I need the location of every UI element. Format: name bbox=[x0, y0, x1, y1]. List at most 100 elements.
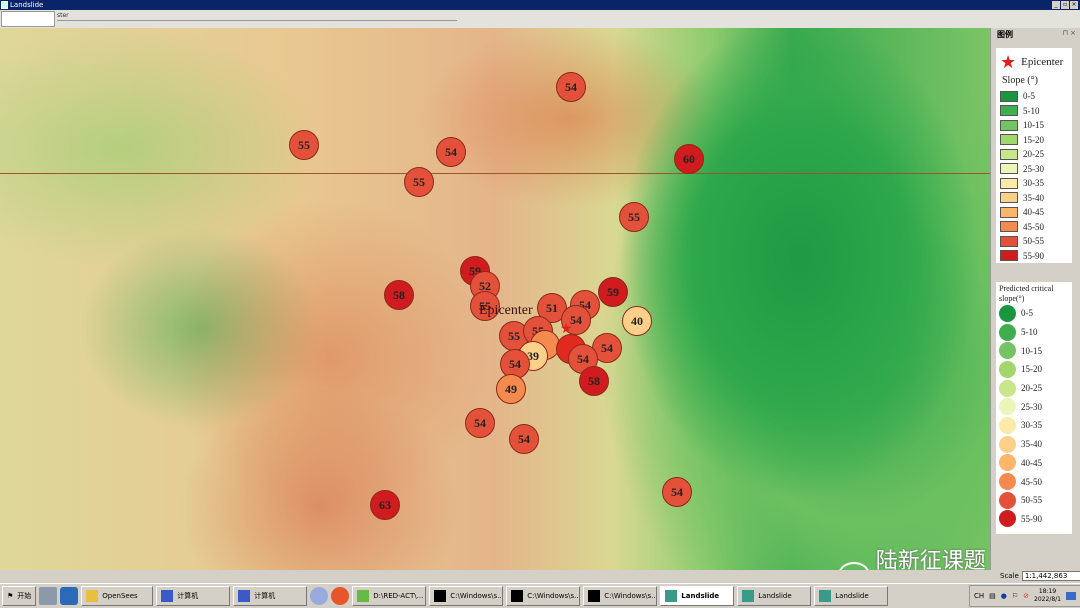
landslide-site-marker[interactable]: 54 bbox=[436, 137, 466, 167]
app-icon bbox=[511, 590, 524, 602]
app-icon bbox=[742, 590, 755, 602]
legend-item: 5-10 bbox=[1000, 104, 1068, 119]
minimize-button[interactable]: _ bbox=[1052, 1, 1060, 9]
landslide-site-marker[interactable]: 55 bbox=[619, 202, 649, 232]
legend-item: 30-35 bbox=[999, 416, 1069, 435]
legend-panel: 图例 ⊓ × ★ Epicenter Slope (°) 0-5 5-10 10-1… bbox=[990, 28, 1080, 570]
network-icon[interactable]: ⚐ bbox=[1012, 592, 1018, 600]
legend-swatch bbox=[1000, 206, 1018, 218]
legend-panel-buttons[interactable]: ⊓ × bbox=[1062, 29, 1076, 37]
taskbar-item-label: OpenSees bbox=[102, 592, 138, 600]
legend-swatch bbox=[1000, 250, 1018, 262]
start-button[interactable]: ⚑ 开始 bbox=[2, 586, 37, 606]
legend-item: 5-10 bbox=[999, 323, 1069, 342]
map-canvas[interactable]: 5455545560555952585551545954405555395454… bbox=[0, 28, 990, 570]
landslide-site-marker[interactable]: 54 bbox=[662, 477, 692, 507]
taskbar-item[interactable]: C:\Windows\s... bbox=[583, 586, 658, 606]
landslide-site-marker[interactable]: 59 bbox=[598, 277, 628, 307]
progress-line bbox=[57, 20, 457, 21]
landslide-site-marker[interactable]: 54 bbox=[509, 424, 539, 454]
taskbar-item-label: Landslide bbox=[758, 592, 792, 600]
powershell-icon[interactable] bbox=[60, 587, 79, 605]
help-icon[interactable]: ● bbox=[1001, 592, 1007, 600]
legend-dot bbox=[999, 416, 1016, 434]
slope-legend-title: Slope (°) bbox=[1002, 75, 1038, 86]
landslide-site-marker[interactable]: 55 bbox=[404, 167, 434, 197]
legend-item: 10-15 bbox=[999, 341, 1069, 360]
legend-label: 20-25 bbox=[1021, 383, 1042, 394]
legend-swatch bbox=[1000, 235, 1018, 247]
app-icon bbox=[161, 590, 174, 602]
taskbar-item[interactable]: 计算机 bbox=[233, 586, 308, 606]
taskbar-item[interactable]: OpenSees bbox=[81, 586, 154, 606]
legend-label: 5-10 bbox=[1023, 105, 1040, 116]
volume-icon[interactable]: ⊘ bbox=[1023, 592, 1029, 600]
legend-label: 25-30 bbox=[1021, 401, 1042, 412]
landslide-site-marker[interactable]: 49 bbox=[496, 374, 526, 404]
landslide-site-marker[interactable]: 40 bbox=[622, 306, 652, 336]
critical-slope-legend: Predicted critical slope(°) 0-5 5-10 10-15… bbox=[996, 282, 1072, 534]
legend-label: 45-50 bbox=[1023, 221, 1044, 232]
taskbar-item[interactable]: Landslide bbox=[660, 586, 735, 606]
legend-item: 25-30 bbox=[999, 397, 1069, 416]
legend-label: 55-90 bbox=[1021, 513, 1042, 524]
taskbar-item-label: D:\RED-ACT\... bbox=[373, 592, 424, 600]
taskbar-item[interactable]: Landslide bbox=[814, 586, 889, 606]
toolbar: ster bbox=[0, 10, 1080, 28]
restore-button[interactable]: ▫ bbox=[1061, 1, 1069, 9]
legend-swatch bbox=[1000, 192, 1018, 204]
legend-item: 0-5 bbox=[999, 304, 1069, 323]
app-icon bbox=[1, 1, 8, 9]
legend-dot bbox=[999, 473, 1016, 491]
legend-label: 5-10 bbox=[1021, 327, 1038, 338]
scale-dropdown[interactable]: 1:1,442,863 bbox=[1021, 571, 1080, 581]
epicenter-star-icon: ★ bbox=[560, 321, 573, 337]
show-desktop-icon[interactable] bbox=[1066, 592, 1076, 600]
legend-item: 55-90 bbox=[999, 510, 1069, 529]
legend-swatch bbox=[1000, 221, 1018, 233]
landslide-site-marker[interactable]: 55 bbox=[289, 130, 319, 160]
legend-dot bbox=[999, 454, 1016, 472]
legend-label: 0-5 bbox=[1021, 308, 1033, 319]
map-guide-line bbox=[0, 173, 990, 174]
legend-label: 15-20 bbox=[1021, 364, 1042, 375]
landslide-site-marker[interactable]: 60 bbox=[674, 144, 704, 174]
taskbar-item-label: Landslide bbox=[681, 592, 720, 600]
legend-dot bbox=[999, 379, 1016, 397]
clock[interactable]: 18:19 2022/8/1 bbox=[1034, 588, 1061, 604]
landslide-site-marker[interactable]: 54 bbox=[465, 408, 495, 438]
scale-label: Scale bbox=[1000, 572, 1019, 580]
system-tray: CH ▤ ● ⚐ ⊘ 18:19 2022/8/1 bbox=[969, 585, 1080, 607]
taskbar: ⚑ 开始 OpenSees 计算机 计算机 D:\RED-ACT\... C:\Windo… bbox=[0, 583, 1080, 608]
legend-item: 55-90 bbox=[1000, 249, 1068, 264]
firefox-icon[interactable] bbox=[331, 587, 350, 605]
legend-item: 20-25 bbox=[1000, 147, 1068, 162]
scale-control: Scale 1:1,442,863 bbox=[1000, 571, 1080, 581]
landslide-site-marker[interactable]: 58 bbox=[384, 280, 414, 310]
taskbar-item[interactable]: Landslide bbox=[737, 586, 812, 606]
toolbar-input[interactable] bbox=[1, 11, 55, 27]
close-button[interactable]: × bbox=[1070, 1, 1078, 9]
legend-dot bbox=[999, 342, 1016, 360]
keyboard-icon[interactable]: ▤ bbox=[989, 592, 996, 600]
landslide-site-marker[interactable]: 58 bbox=[579, 366, 609, 396]
landslide-site-marker[interactable]: 54 bbox=[556, 72, 586, 102]
window-title: Landslide bbox=[10, 1, 44, 9]
legend-item: 45-50 bbox=[999, 472, 1069, 491]
legend-label: 10-15 bbox=[1021, 345, 1042, 356]
legend-item: 40-45 bbox=[999, 454, 1069, 473]
taskbar-item[interactable]: 计算机 bbox=[156, 586, 231, 606]
legend-item: 15-20 bbox=[999, 360, 1069, 379]
app-icon bbox=[819, 590, 832, 602]
taskbar-item[interactable]: D:\RED-ACT\... bbox=[352, 586, 427, 606]
taskbar-item[interactable]: C:\Windows\s... bbox=[429, 586, 504, 606]
landslide-site-marker[interactable]: 63 bbox=[370, 490, 400, 520]
server-manager-icon[interactable] bbox=[39, 587, 58, 605]
browser-icon[interactable] bbox=[310, 587, 329, 605]
taskbar-item[interactable]: C:\Windows\s... bbox=[506, 586, 581, 606]
legend-dot bbox=[999, 360, 1016, 378]
wechat-icon bbox=[838, 562, 870, 570]
language-indicator[interactable]: CH bbox=[974, 592, 984, 600]
toolbar-label: ster bbox=[57, 12, 69, 19]
watermark-text: 陆新征课题组 bbox=[875, 549, 986, 570]
